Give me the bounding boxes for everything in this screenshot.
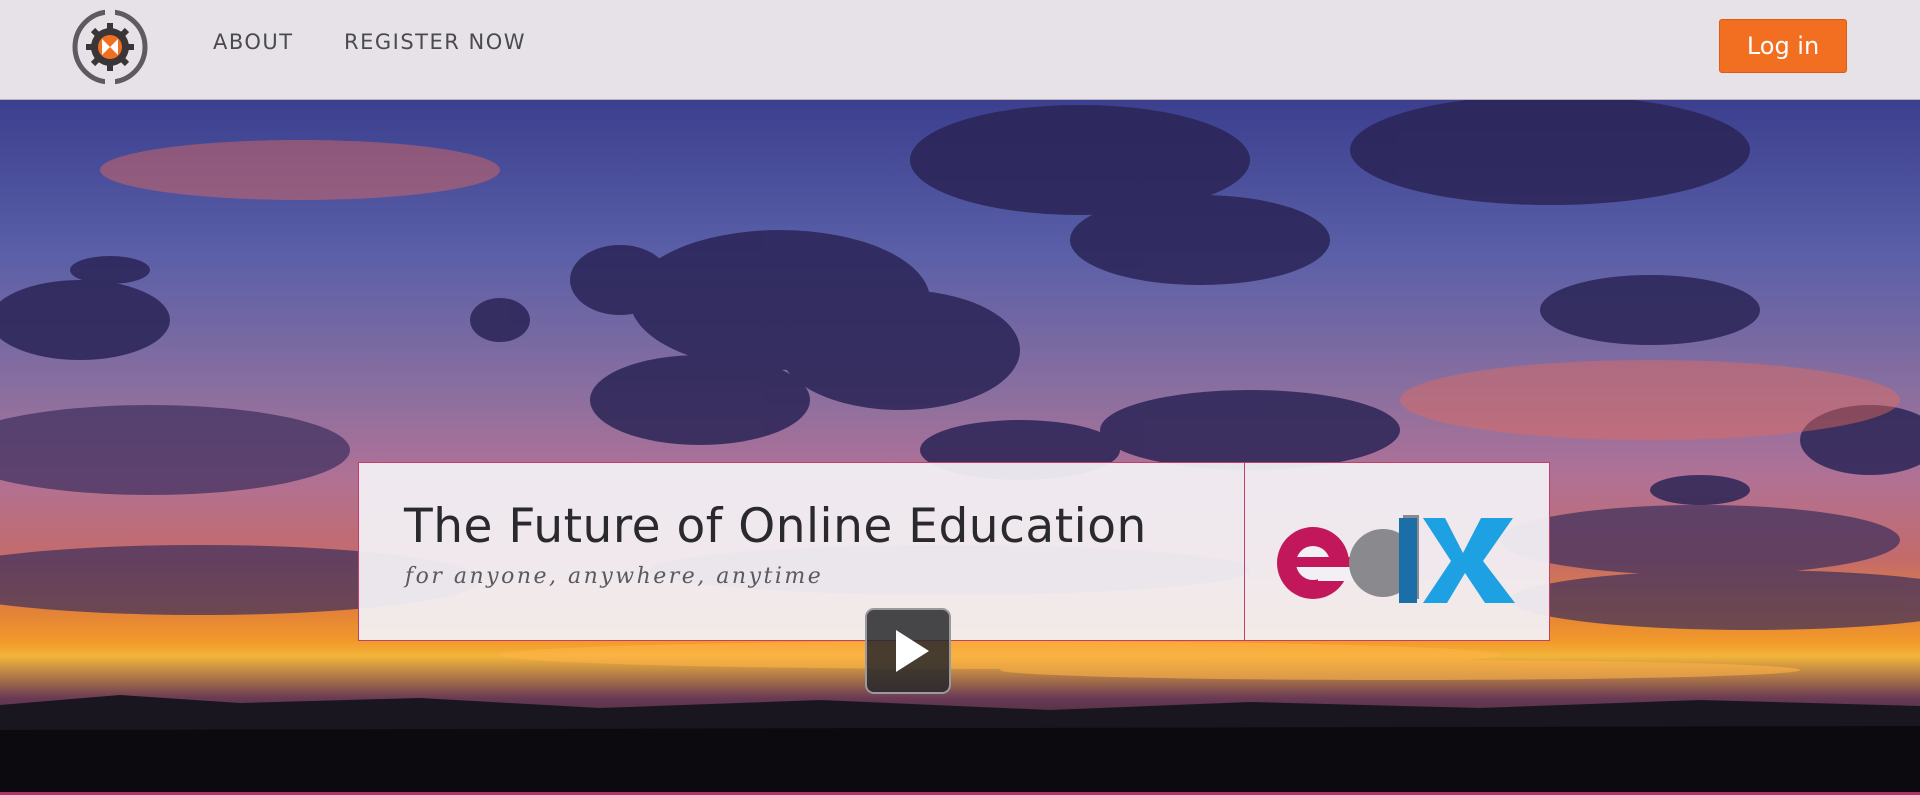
sunset-sky-background xyxy=(0,100,1920,795)
site-header: ABOUT REGISTER NOW Log in xyxy=(0,0,1920,100)
edx-video-thumbnail[interactable] xyxy=(1245,463,1548,640)
nav-register-link[interactable]: REGISTER NOW xyxy=(344,30,526,54)
gear-logo-icon[interactable] xyxy=(71,8,149,86)
hero-section: The Future of Online Education for anyon… xyxy=(0,100,1920,795)
hero-tagline: for anyone, anywhere, anytime xyxy=(405,564,824,589)
hero-banner: The Future of Online Education for anyon… xyxy=(358,462,1550,641)
hero-headline: The Future of Online Education xyxy=(404,499,1147,554)
play-icon[interactable] xyxy=(865,608,951,694)
nav-about-link[interactable]: ABOUT xyxy=(213,30,294,54)
edx-logo-icon xyxy=(1277,515,1515,603)
login-button[interactable]: Log in xyxy=(1719,19,1847,73)
